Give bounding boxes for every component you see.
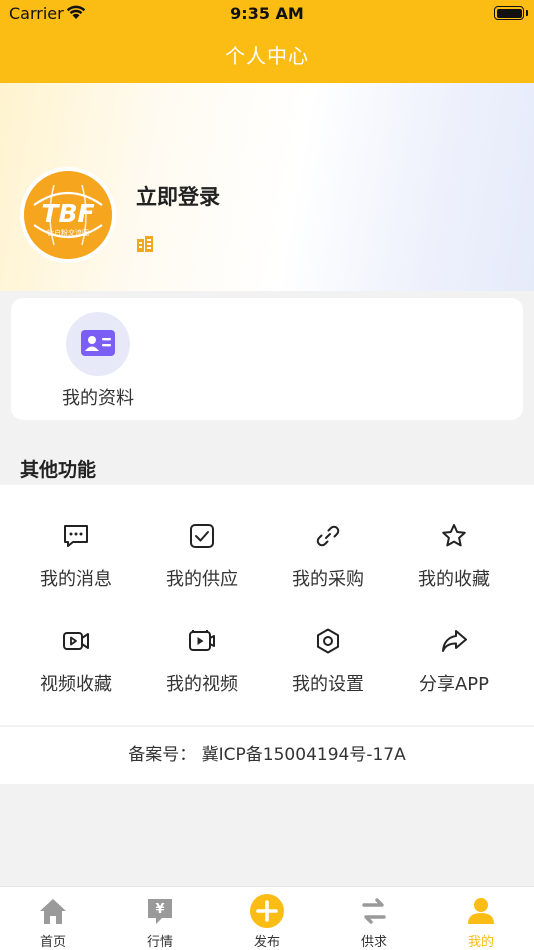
exchange-icon	[362, 898, 386, 924]
function-settings[interactable]: 我的设置	[265, 627, 391, 717]
functions-grid: 我的消息 我的供应 我的采购 我的收藏 视频收藏 我的视频 我的设置 分享APP	[11, 492, 523, 718]
video-play-icon	[189, 630, 215, 651]
settings-icon	[317, 628, 339, 654]
market-icon: ¥	[148, 899, 172, 924]
status-time: 9:35 AM	[230, 4, 304, 23]
link-icon	[316, 525, 340, 547]
tab-bar: 首页 ¥ 行情 发布 供求 我的	[0, 886, 534, 950]
function-label: 我的消息	[40, 569, 112, 590]
function-label: 我的视频	[166, 674, 238, 695]
icp-record: 备案号： 冀ICP备15004194号-17A	[0, 727, 534, 784]
battery-icon	[494, 6, 524, 20]
logo-text: TBF	[41, 199, 94, 228]
logo-subtitle: 钛白粉交流圈	[47, 228, 89, 237]
tab-label: 供求	[360, 935, 387, 950]
home-icon	[40, 899, 66, 924]
checkbox-icon	[190, 524, 214, 548]
page-title: 个人中心	[225, 44, 309, 68]
my-profile-button[interactable]: 我的资料	[11, 298, 185, 420]
function-messages[interactable]: 我的消息	[13, 522, 139, 612]
section-title: 其他功能	[20, 459, 97, 481]
avatar[interactable]: TBF 钛白粉交流圈	[20, 167, 116, 263]
profile-banner: TBF 钛白粉交流圈 立即登录	[0, 83, 534, 291]
function-label: 视频收藏	[40, 674, 112, 695]
svg-text:¥: ¥	[155, 902, 164, 917]
tbf-logo-icon: TBF 钛白粉交流圈	[24, 171, 112, 259]
tab-publish[interactable]: 发布	[214, 887, 320, 950]
tab-label: 我的	[467, 935, 494, 950]
video-camera-icon	[63, 632, 89, 650]
function-label: 我的设置	[292, 674, 364, 695]
tab-label: 发布	[253, 935, 280, 950]
tab-supply-demand[interactable]: 供求	[321, 887, 427, 950]
building-icon	[137, 236, 153, 252]
my-profile-label: 我的资料	[62, 388, 134, 409]
function-label: 分享APP	[418, 674, 490, 695]
tab-label: 首页	[39, 935, 66, 950]
tab-label: 行情	[146, 935, 173, 950]
profile-card: 我的资料	[11, 298, 523, 420]
function-label: 我的供应	[166, 569, 238, 590]
battery-tip	[526, 10, 528, 16]
function-purchase[interactable]: 我的采购	[265, 522, 391, 612]
user-icon	[468, 898, 494, 924]
status-bar: Carrier 9:35 AM	[0, 0, 534, 28]
share-icon	[442, 630, 467, 652]
login-link[interactable]: 立即登录	[136, 181, 220, 211]
tab-mine[interactable]: 我的	[428, 887, 534, 950]
function-video-favorites[interactable]: 视频收藏	[13, 627, 139, 717]
function-supply[interactable]: 我的供应	[139, 522, 265, 612]
function-label: 我的采购	[292, 569, 364, 590]
function-favorites[interactable]: 我的收藏	[391, 522, 517, 612]
message-icon	[64, 525, 88, 547]
function-my-videos[interactable]: 我的视频	[139, 627, 265, 717]
star-icon	[442, 524, 466, 547]
id-card-icon	[81, 330, 115, 356]
app-header: Carrier 9:35 AM 个人中心	[0, 0, 534, 83]
profile-icon-circle	[66, 312, 130, 376]
tab-market[interactable]: ¥ 行情	[107, 887, 213, 950]
tab-home[interactable]: 首页	[0, 887, 106, 950]
function-label: 我的收藏	[418, 569, 490, 590]
function-share-app[interactable]: 分享APP	[391, 627, 517, 717]
publish-icon	[250, 894, 284, 928]
